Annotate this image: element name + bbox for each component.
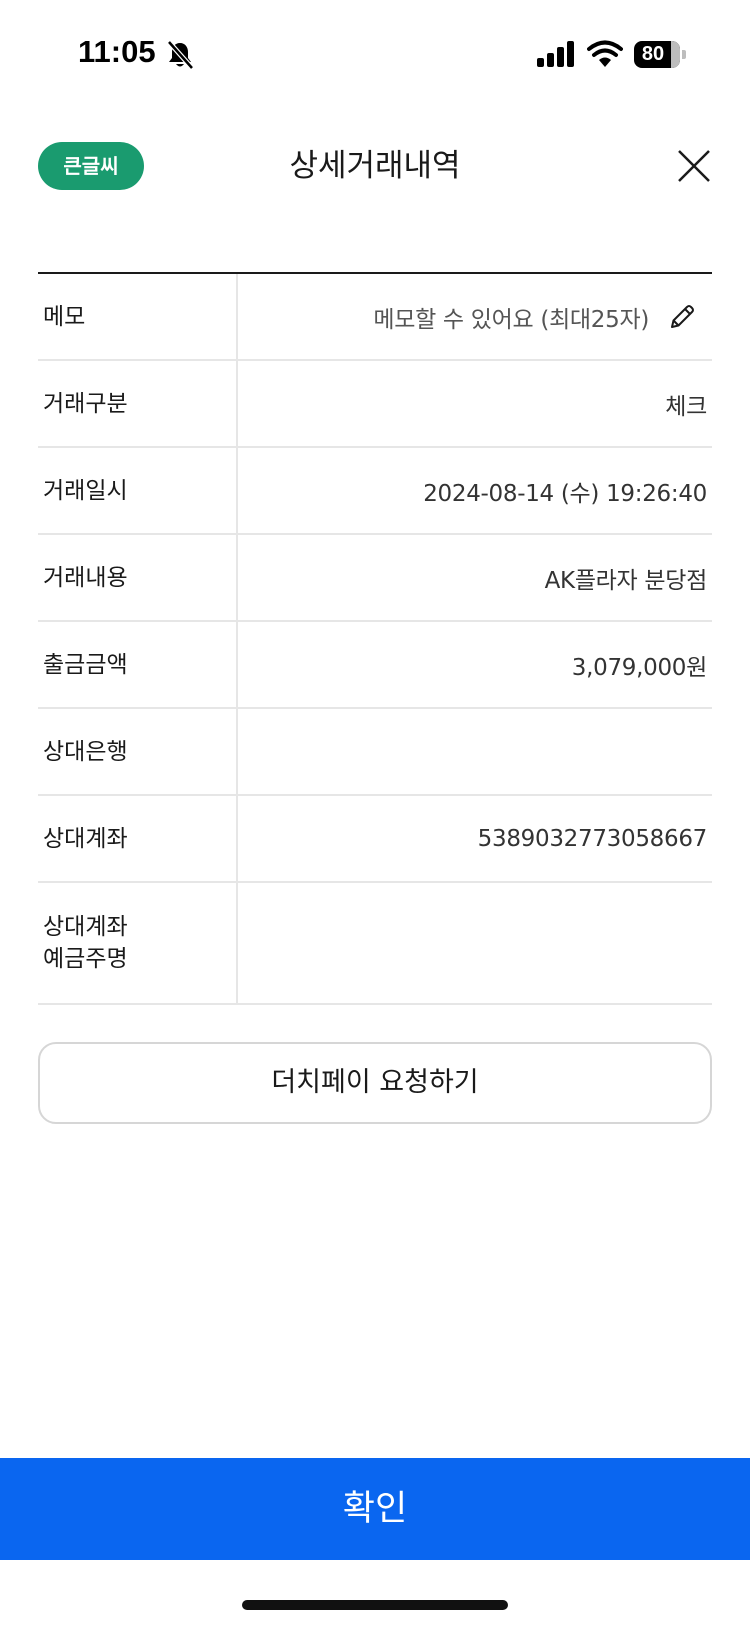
counterparty-holder-value [238,883,712,1003]
header: 상세거래내역 큰글씨 [0,130,750,202]
memo-placeholder[interactable]: 메모할 수 있어요 (최대25자) [373,300,649,334]
detail-row-counterparty-holder: 상대계좌 예금주명 [38,883,712,1005]
transaction-type-value: 체크 [665,393,707,420]
detail-row-memo[interactable]: 메모 메모할 수 있어요 (최대25자) [38,274,712,361]
transaction-type-label: 거래구분 [38,361,238,446]
cellular-signal-icon [537,41,574,67]
home-indicator[interactable] [242,1600,508,1610]
detail-row-transaction-description: 거래내용 AK플라자 분당점 [38,535,712,622]
battery-level: 80 [641,43,665,65]
pencil-icon[interactable] [667,302,697,332]
counterparty-bank-value [238,709,712,794]
transaction-description-value: AK플라자 분당점 [544,567,708,594]
detail-row-transaction-type: 거래구분 체크 [38,361,712,448]
memo-label: 메모 [38,274,238,359]
transaction-detail-table: 메모 메모할 수 있어요 (최대25자) 거래구분 체크 거래일시 2024-0… [38,272,712,1005]
dutch-pay-request-button[interactable]: 더치페이 요청하기 [38,1042,712,1124]
large-font-button[interactable]: 큰글씨 [38,142,144,190]
transaction-description-label: 거래내용 [38,535,238,620]
counterparty-account-label: 상대계좌 [38,796,238,881]
transaction-datetime-label: 거래일시 [38,448,238,533]
counterparty-holder-label: 상대계좌 예금주명 [38,883,238,1003]
status-time: 11:05 [78,34,156,69]
counterparty-account-value: 5389032773058667 [477,825,708,852]
withdrawal-amount-value: 3,079,000원 [571,654,708,681]
memo-field[interactable]: 메모할 수 있어요 (최대25자) [238,274,712,359]
detail-row-withdrawal-amount: 출금금액 3,079,000원 [38,622,712,709]
close-icon[interactable] [676,148,712,184]
detail-row-counterparty-bank: 상대은행 [38,709,712,796]
status-bar: 11:05 80 [0,0,750,100]
transaction-datetime-value: 2024-08-14 (수) 19:26:40 [423,480,707,507]
counterparty-bank-label: 상대은행 [38,709,238,794]
bell-muted-icon [167,40,194,70]
withdrawal-amount-label: 출금금액 [38,622,238,707]
detail-row-counterparty-account: 상대계좌 5389032773058667 [38,796,712,883]
detail-row-transaction-datetime: 거래일시 2024-08-14 (수) 19:26:40 [38,448,712,535]
confirm-button[interactable]: 확인 [0,1458,750,1560]
battery-indicator: 80 [634,41,686,68]
wifi-icon [587,40,623,67]
